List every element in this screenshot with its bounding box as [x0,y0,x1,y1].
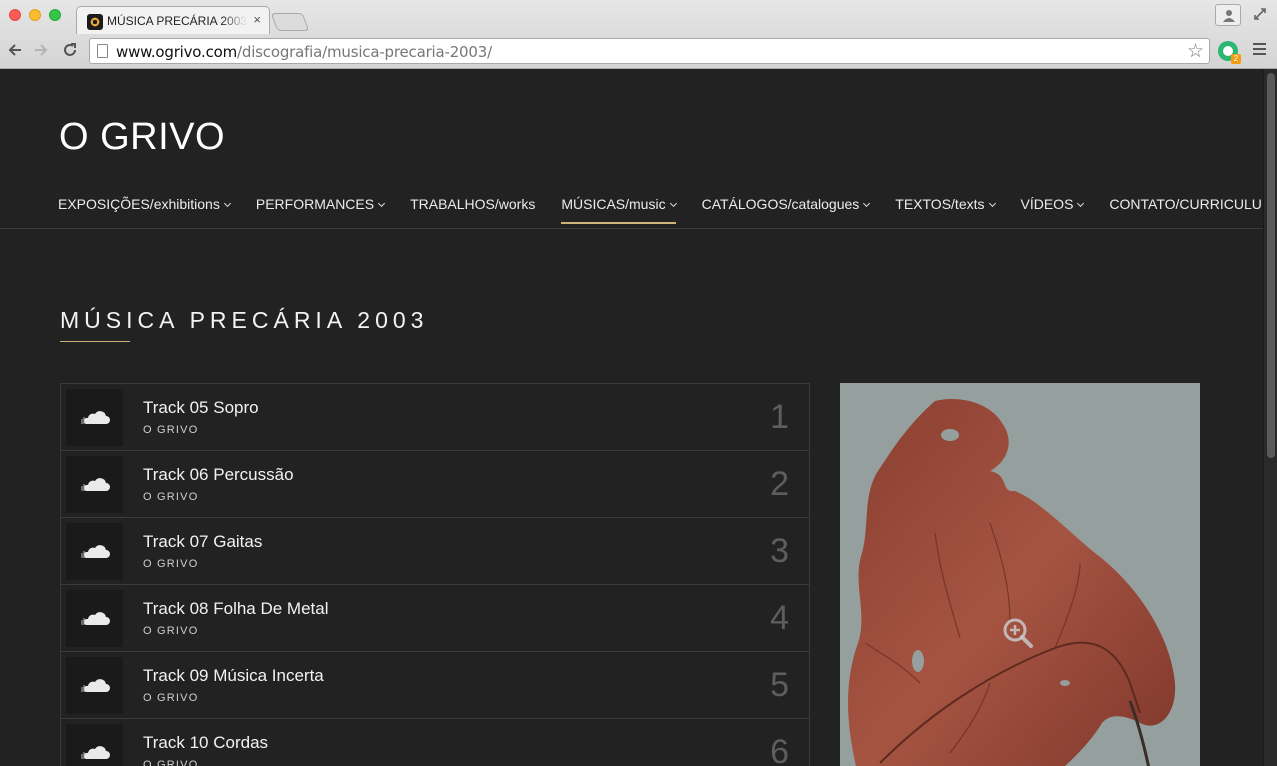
site-title[interactable]: O GRIVO [59,116,225,159]
profile-button[interactable] [1215,4,1241,26]
nav-item-label: PERFORMANCES [255,196,375,212]
nav-item-1[interactable]: EXPOSIÇÕES/exhibitions [58,196,231,222]
track-play-button[interactable] [66,657,123,714]
chevron-down-icon [863,199,871,208]
chevron-down-icon [669,199,677,208]
zoom-in-icon[interactable] [1001,616,1035,650]
arrow-left-icon [8,44,21,56]
nav-item-label: TRABALHOS/works [410,196,536,212]
track-number: 5 [770,666,789,704]
track-title[interactable]: Track 10 Cordas [143,733,268,753]
leaf-illustration [848,399,1176,766]
track-row[interactable]: Track 09 Música Incerta O GRIVO 5 [61,652,809,719]
track-number: 2 [770,465,789,503]
page-content: O GRIVO EXPOSIÇÕES/exhibitions PERFORMANC… [0,69,1263,766]
track-artist: O GRIVO [143,625,199,637]
track-artist: O GRIVO [143,424,199,436]
track-play-button[interactable] [66,590,123,647]
soundcloud-icon [81,478,110,491]
track-title[interactable]: Track 09 Música Incerta [143,666,324,686]
nav-divider [0,228,1263,229]
track-number: 4 [770,599,789,637]
nav-item-5[interactable]: CATÁLOGOS/catalogues [701,196,871,222]
tab-title: MÚSICA PRECÁRIA 2003 – O GRIVO [107,14,247,28]
forward-button[interactable] [31,40,51,60]
main-nav: EXPOSIÇÕES/exhibitions PERFORMANCES TRABAL… [58,196,1263,226]
track-play-button[interactable] [66,724,123,766]
nav-item-6[interactable]: TEXTOS/texts [895,196,996,222]
nav-item-label: TEXTOS/texts [895,196,985,212]
nav-item-3[interactable]: TRABALHOS/works [410,196,535,222]
chevron-down-icon [378,199,386,208]
new-tab-button[interactable] [270,13,310,31]
nav-item-7[interactable]: VÍDEOS [1020,196,1085,222]
track-title[interactable]: Track 07 Gaitas [143,532,262,552]
track-row[interactable]: Track 06 Percussão O GRIVO 2 [61,451,809,518]
star-icon[interactable]: ☆ [1187,40,1204,63]
track-artist: O GRIVO [143,491,199,503]
soundcloud-icon [81,746,110,759]
track-title[interactable]: Track 05 Sopro [143,398,259,418]
address-bar[interactable]: www.ogrivo.com/discografia/musica-precar… [89,38,1210,64]
page-title: MÚSICA PRECÁRIA 2003 [60,307,429,333]
browser-tab[interactable]: MÚSICA PRECÁRIA 2003 – O GRIVO × [76,6,270,34]
soundcloud-icon [81,679,110,692]
track-number: 1 [770,398,789,436]
track-number: 6 [770,733,789,766]
extension-badge: 2 [1231,54,1241,64]
window-maximize-button[interactable] [49,9,61,21]
track-number: 3 [770,532,789,570]
tab-close-icon[interactable]: × [253,12,261,27]
window-close-button[interactable] [9,9,21,21]
nav-item-2[interactable]: PERFORMANCES [255,196,386,222]
track-title[interactable]: Track 08 Folha De Metal [143,599,329,619]
page-icon [97,44,108,58]
album-cover-image[interactable] [840,383,1200,766]
track-row[interactable]: Track 07 Gaitas O GRIVO 3 [61,518,809,585]
site-favicon-icon [87,14,103,30]
nav-item-label: EXPOSIÇÕES/exhibitions [58,196,220,212]
track-row[interactable]: Track 08 Folha De Metal O GRIVO 4 [61,585,809,652]
track-list: Track 05 Sopro O GRIVO 1 Track 06 Percussão… [60,383,810,766]
page-scrollbar[interactable] [1263,69,1277,766]
nav-item-4[interactable]: MÚSICAS/music [561,196,677,224]
nav-item-label: VÍDEOS [1020,196,1074,212]
track-play-button[interactable] [66,523,123,580]
soundcloud-icon [81,612,110,625]
reload-button[interactable] [60,40,80,60]
arrow-right-icon [35,44,48,56]
nav-item-label: CATÁLOGOS/catalogues [701,196,860,212]
url-text[interactable]: www.ogrivo.com/discografia/musica-precar… [116,43,492,61]
back-button[interactable] [5,40,25,60]
soundcloud-icon [81,545,110,558]
track-play-button[interactable] [66,456,123,513]
track-artist: O GRIVO [143,558,199,570]
soundcloud-icon [81,411,110,424]
chevron-down-icon [1077,199,1085,208]
heading-underline [60,341,130,342]
nav-item-label: MÚSICAS/music [561,196,666,212]
track-play-button[interactable] [66,389,123,446]
track-artist: O GRIVO [143,759,199,766]
fullscreen-icon[interactable] [1252,6,1268,22]
window-minimize-button[interactable] [29,9,41,21]
track-artist: O GRIVO [143,692,199,704]
nav-item-8[interactable]: CONTATO/CURRICULUM [1109,196,1263,222]
track-row[interactable]: Track 10 Cordas O GRIVO 6 [61,719,809,766]
track-title[interactable]: Track 06 Percussão [143,465,294,485]
chevron-down-icon [988,199,996,208]
reload-icon [64,43,76,56]
chevron-down-icon [223,199,231,208]
nav-item-label: CONTATO/CURRICULUM [1109,196,1263,212]
person-icon [1223,10,1235,22]
hamburger-menu-icon[interactable] [1253,43,1266,57]
scrollbar-thumb[interactable] [1267,73,1275,458]
browser-chrome: MÚSICA PRECÁRIA 2003 – O GRIVO × www.ogr… [0,0,1277,69]
track-row[interactable]: Track 05 Sopro O GRIVO 1 [61,384,809,451]
